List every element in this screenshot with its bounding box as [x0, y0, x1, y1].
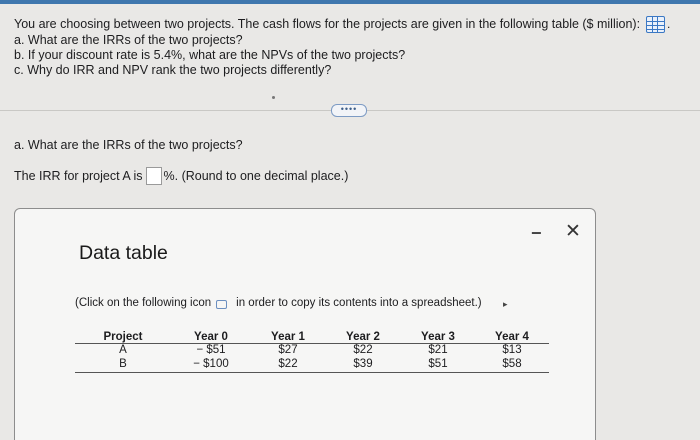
- table-row: B − $100 $22 $39 $51 $58: [75, 357, 549, 373]
- header-year-4: Year 4: [475, 327, 549, 344]
- cell-year-2: $22: [353, 344, 373, 357]
- spreadsheet-table-icon[interactable]: [646, 16, 666, 33]
- stray-dot: [272, 96, 275, 99]
- irr-suffix: %. (Round to one decimal place.): [163, 169, 349, 183]
- copy-instructions: (Click on the following icon in order to…: [75, 297, 482, 309]
- question-block: You are choosing between two projects. T…: [14, 16, 694, 78]
- data-table-dialog: Data table − ✕ (Click on the following i…: [14, 208, 596, 440]
- dialog-title: Data table: [79, 242, 168, 264]
- header-year-0: Year 0: [171, 327, 251, 344]
- cell-project: B: [75, 357, 171, 373]
- header-year-3: Year 3: [401, 327, 475, 344]
- cell-year-0: − $51: [196, 344, 226, 357]
- cell-year-3: $51: [401, 357, 475, 373]
- copy-to-spreadsheet-icon[interactable]: [216, 299, 228, 309]
- question-item-b: b. If your discount rate is 5.4%, what a…: [14, 48, 406, 62]
- header-year-2: Year 2: [325, 327, 401, 344]
- table-header-row: Project Year 0 Year 1 Year 2 Year 3 Year…: [75, 327, 549, 344]
- question-item-c: c. Why do IRR and NPV rank the two proje…: [14, 63, 332, 77]
- mouse-cursor-icon: ▸: [503, 299, 508, 309]
- cell-year-4: $13: [502, 344, 522, 357]
- header-project: Project: [75, 327, 171, 344]
- close-icon[interactable]: ✕: [565, 220, 581, 243]
- irr-answer-input[interactable]: [145, 167, 162, 185]
- part-a-heading: a. What are the IRRs of the two projects…: [14, 138, 243, 152]
- minimize-icon[interactable]: −: [531, 223, 542, 244]
- irr-prefix: The IRR for project A is: [14, 169, 143, 183]
- table-row: A − $51 $27 $22 $21 $13: [75, 343, 549, 357]
- trailing-dot: .: [667, 17, 671, 31]
- header-year-1: Year 1: [251, 327, 325, 344]
- cell-year-1: $22: [251, 357, 325, 373]
- instructions-after: in order to copy its contents into a spr…: [236, 297, 482, 309]
- cash-flow-table: Project Year 0 Year 1 Year 2 Year 3 Year…: [75, 327, 549, 373]
- question-item-a: a. What are the IRRs of the two projects…: [14, 33, 243, 47]
- cell-project: A: [119, 344, 127, 357]
- cell-year-1: $27: [278, 344, 298, 357]
- cell-year-2: $39: [325, 357, 401, 373]
- instructions-before: (Click on the following icon: [75, 297, 212, 309]
- cell-year-0: − $100: [171, 357, 251, 373]
- question-intro-line: You are choosing between two projects. T…: [14, 16, 694, 33]
- question-intro: You are choosing between two projects. T…: [14, 17, 641, 31]
- cell-year-4: $58: [475, 357, 549, 373]
- cell-year-3: $21: [428, 344, 448, 357]
- top-accent-bar: [0, 0, 700, 4]
- irr-answer-line: The IRR for project A is %. (Round to on…: [14, 167, 348, 185]
- expand-more-button[interactable]: ••••: [331, 104, 367, 117]
